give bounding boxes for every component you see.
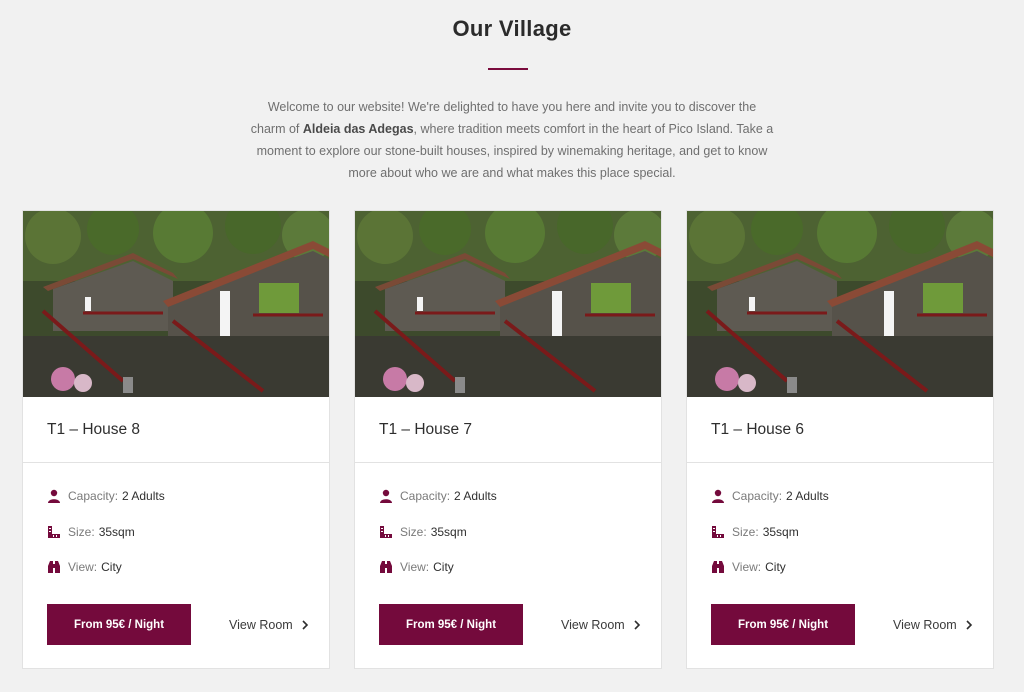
binoculars-icon (380, 561, 392, 573)
capacity-value: 2 Adults (454, 489, 497, 503)
price-button[interactable]: From 95€ / Night (47, 604, 191, 645)
intro-text: Welcome to our website! We're delighted … (250, 96, 774, 184)
size-label: Size: (732, 524, 759, 539)
room-features: Capacity: 2 Adults Size: 35sqm View: Cit… (47, 487, 307, 594)
room-card: T1 – House 6 Capacity: 2 Adults Size: 35… (686, 210, 994, 669)
capacity-label: Capacity: (68, 489, 119, 503)
view-row: View: City (379, 558, 639, 576)
size-row: Size: 35sqm (379, 523, 639, 541)
binoculars-icon (48, 561, 60, 573)
capacity-label: Capacity: (732, 489, 783, 503)
ruler-icon (380, 525, 392, 538)
card-header: T1 – House 7 (355, 397, 661, 463)
house-photo[interactable] (687, 211, 993, 397)
intro-text-bold: Aldeia das Adegas (302, 122, 414, 136)
view-room-label: View Room (229, 618, 293, 632)
room-features: Capacity: 2 Adults Size: 35sqm View: Cit… (379, 487, 639, 594)
capacity-value: 2 Adults (786, 489, 829, 503)
view-room-link[interactable]: View Room (893, 615, 973, 635)
room-title[interactable]: T1 – House 7 (379, 421, 472, 439)
view-value: City (433, 560, 454, 574)
capacity-row: Capacity: 2 Adults (379, 487, 639, 505)
size-label: Size: (68, 524, 95, 539)
capacity-row: Capacity: 2 Adults (711, 487, 971, 505)
view-value: City (101, 560, 122, 574)
view-room-label: View Room (561, 618, 625, 632)
size-value: 35sqm (430, 524, 467, 539)
capacity-value: 2 Adults (122, 489, 165, 503)
size-row: Size: 35sqm (47, 523, 307, 541)
title-divider (488, 68, 528, 70)
view-value: City (765, 560, 786, 574)
size-value: 35sqm (98, 524, 135, 539)
section-title: Our Village (452, 16, 572, 41)
chevron-right-icon (302, 620, 308, 630)
view-room-label: View Room (893, 618, 957, 632)
ruler-icon (712, 525, 724, 538)
price-button[interactable]: From 95€ / Night (711, 604, 855, 645)
user-icon (48, 489, 60, 503)
room-title[interactable]: T1 – House 8 (47, 421, 140, 439)
view-room-link[interactable]: View Room (229, 615, 309, 635)
size-row: Size: 35sqm (711, 523, 971, 541)
room-card: T1 – House 8 Capacity: 2 Adults Size: 35… (22, 210, 330, 669)
house-photo[interactable] (23, 211, 329, 397)
capacity-label: Capacity: (400, 489, 451, 503)
user-icon (712, 489, 724, 503)
view-label: View: (400, 560, 430, 574)
view-row: View: City (47, 558, 307, 576)
ruler-icon (48, 525, 60, 538)
view-row: View: City (711, 558, 971, 576)
size-label: Size: (400, 524, 427, 539)
price-button[interactable]: From 95€ / Night (379, 604, 523, 645)
view-label: View: (68, 560, 98, 574)
view-label: View: (732, 560, 762, 574)
room-features: Capacity: 2 Adults Size: 35sqm View: Cit… (711, 487, 971, 594)
user-icon (380, 489, 392, 503)
house-photo[interactable] (355, 211, 661, 397)
card-header: T1 – House 6 (687, 397, 993, 463)
room-title[interactable]: T1 – House 6 (711, 421, 804, 439)
capacity-row: Capacity: 2 Adults (47, 487, 307, 505)
chevron-right-icon (634, 620, 640, 630)
binoculars-icon (712, 561, 724, 573)
size-value: 35sqm (762, 524, 799, 539)
room-card: T1 – House 7 Capacity: 2 Adults Size: 35… (354, 210, 662, 669)
view-room-link[interactable]: View Room (561, 615, 641, 635)
chevron-right-icon (966, 620, 972, 630)
card-header: T1 – House 8 (23, 397, 329, 463)
